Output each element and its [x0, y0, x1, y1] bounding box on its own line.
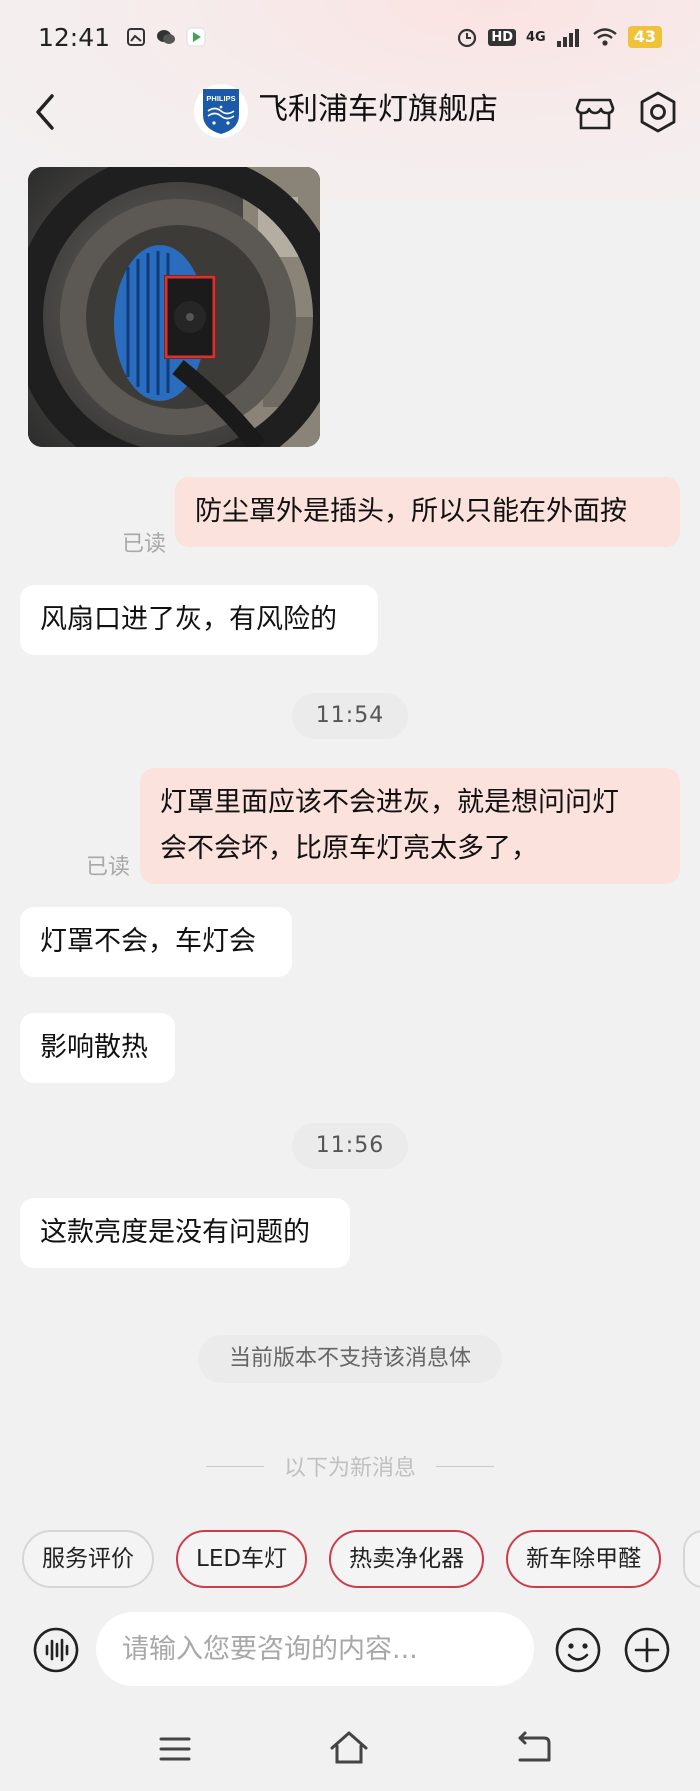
- divider-line: [436, 1465, 494, 1467]
- message-text: 灯罩不会，车灯会: [40, 926, 256, 957]
- input-bar: [0, 1610, 700, 1690]
- chip-purifier[interactable]: 热卖净化器: [329, 1530, 485, 1588]
- signal-icon: [556, 29, 579, 47]
- new-messages-divider: 以下为新消息: [0, 1448, 700, 1484]
- incoming-message[interactable]: 风扇口进了灰，有风险的: [20, 585, 378, 655]
- play-notification-icon: [186, 27, 206, 47]
- philips-shield-logo: PHILIPS: [203, 89, 239, 134]
- message-text: 风扇口进了灰，有风险的: [40, 604, 337, 635]
- unsupported-message-notice: 当前版本不支持该消息体: [198, 1335, 502, 1383]
- chip-service-rating[interactable]: 服务评价: [22, 1530, 154, 1588]
- read-receipt: 已读: [86, 855, 131, 880]
- status-right-icons: HD 4G 43: [456, 26, 662, 48]
- wifi-icon: [592, 28, 617, 46]
- message-text: 影响散热: [40, 1032, 148, 1063]
- chip-formaldehyde-removal[interactable]: 新车除甲醛: [506, 1530, 662, 1588]
- message-text: 防尘罩外是插头，所以只能在外面按: [195, 496, 627, 527]
- chat-header: PHILIPS 飞利浦车灯旗舰店: [0, 74, 700, 150]
- store-icon[interactable]: [573, 90, 617, 134]
- chip-more-partial[interactable]: [683, 1530, 700, 1588]
- message-text: 这款亮度是没有问题的: [40, 1217, 310, 1248]
- wechat-notification-icon: [157, 30, 176, 44]
- back-icon[interactable]: [30, 90, 60, 134]
- store-name[interactable]: 飞利浦车灯旗舰店: [258, 90, 498, 130]
- gallery-notification-icon: [127, 28, 146, 46]
- back-icon[interactable]: [516, 1730, 552, 1764]
- store-avatar[interactable]: PHILIPS: [194, 84, 248, 138]
- image-message[interactable]: [28, 167, 320, 447]
- incoming-message[interactable]: 影响散热: [20, 1013, 175, 1083]
- home-icon[interactable]: [328, 1728, 370, 1766]
- shared-photo: [28, 167, 320, 447]
- status-bar: 12:41 HD 4G 43: [0, 0, 700, 74]
- network-type: 4G: [526, 29, 546, 45]
- menu-icon[interactable]: [158, 1734, 192, 1764]
- settings-icon[interactable]: [636, 90, 680, 134]
- outgoing-message[interactable]: 防尘罩外是插头，所以只能在外面按: [175, 477, 680, 547]
- message-text-line: 会不会坏，比原车灯亮太多了，: [160, 833, 538, 864]
- divider-label: 以下为新消息: [283, 1456, 416, 1481]
- read-receipt: 已读: [122, 532, 167, 557]
- logo-text: PHILIPS: [206, 94, 235, 103]
- system-nav-bar: [0, 1720, 700, 1780]
- outgoing-message[interactable]: 灯罩里面应该不会进灰，就是想问问灯 会不会坏，比原车灯亮太多了，: [140, 768, 680, 884]
- quick-reply-chips: 服务评价 LED车灯 热卖净化器 新车除甲醛: [22, 1530, 700, 1590]
- chip-led-lights[interactable]: LED车灯: [176, 1530, 308, 1588]
- message-text-line: 灯罩里面应该不会进灰，就是想问问灯: [160, 787, 619, 818]
- voice-icon[interactable]: [32, 1626, 80, 1674]
- message-timestamp: 11:54: [292, 693, 408, 739]
- incoming-message[interactable]: 这款亮度是没有问题的: [20, 1198, 350, 1268]
- status-time: 12:41: [38, 22, 111, 52]
- alarm-icon: [458, 28, 477, 48]
- message-timestamp: 11:56: [292, 1123, 408, 1169]
- message-input[interactable]: [96, 1612, 534, 1686]
- hd-badge: HD: [488, 28, 517, 46]
- incoming-message[interactable]: 灯罩不会，车灯会: [20, 907, 292, 977]
- status-notification-icons: [126, 27, 206, 47]
- emoji-icon[interactable]: [554, 1626, 602, 1674]
- battery-indicator: 43: [627, 26, 662, 48]
- divider-line: [205, 1465, 264, 1467]
- plus-icon[interactable]: [623, 1626, 671, 1674]
